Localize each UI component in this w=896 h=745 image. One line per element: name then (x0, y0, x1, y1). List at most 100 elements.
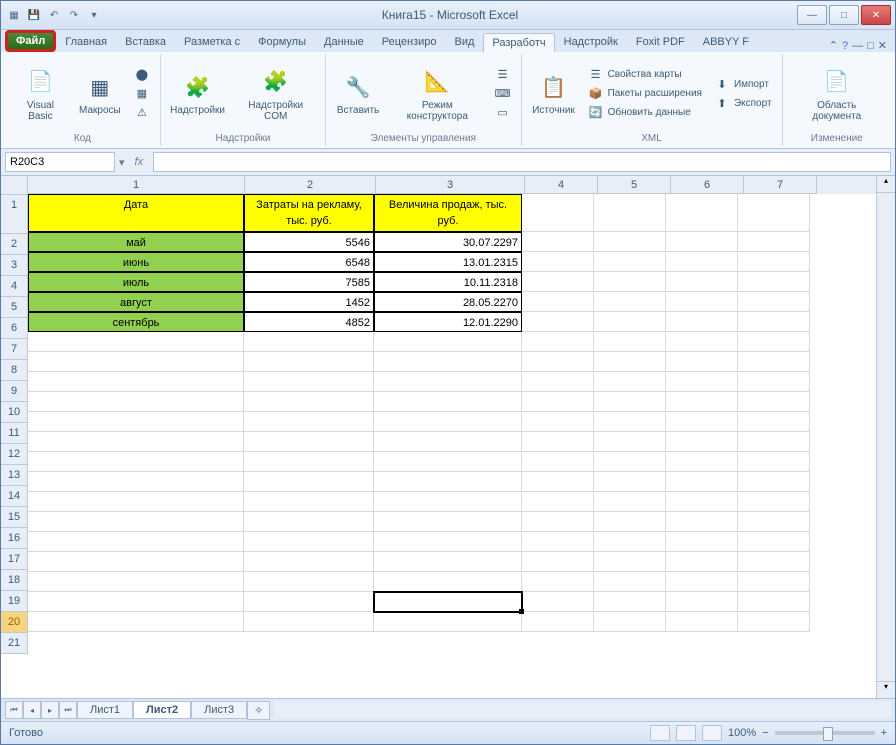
tab-layout[interactable]: Разметка с (175, 32, 249, 52)
sheet-tab-2[interactable]: Лист2 (133, 701, 191, 719)
com-addins-button[interactable]: 🧩Надстройки COM (232, 56, 319, 131)
cell[interactable] (28, 552, 244, 572)
cell[interactable] (666, 194, 738, 232)
cell[interactable] (28, 512, 244, 532)
cell[interactable] (594, 292, 666, 312)
cell[interactable]: 13.01.2315 (374, 252, 522, 272)
view-code-button[interactable]: ⌨ (491, 85, 515, 103)
cell[interactable] (28, 372, 244, 392)
map-props-button[interactable]: ☰Свойства карты (584, 66, 706, 84)
cell[interactable] (738, 512, 810, 532)
cell[interactable] (594, 472, 666, 492)
cell[interactable] (374, 512, 522, 532)
row-header[interactable]: 10 (1, 402, 27, 423)
cell[interactable] (374, 432, 522, 452)
cell[interactable] (28, 352, 244, 372)
sheet-tab-1[interactable]: Лист1 (77, 701, 133, 719)
cell[interactable] (522, 532, 594, 552)
maximize-workbook-icon[interactable]: □ (867, 40, 874, 52)
name-box-dropdown-icon[interactable]: ▾ (119, 156, 125, 169)
cell[interactable] (594, 252, 666, 272)
cell[interactable] (738, 452, 810, 472)
cell[interactable] (28, 392, 244, 412)
cell[interactable] (522, 194, 594, 232)
cell[interactable]: 12.01.2290 (374, 312, 522, 332)
cell[interactable] (666, 272, 738, 292)
row-header[interactable]: 4 (1, 276, 27, 297)
relative-refs-button[interactable]: ▦ (130, 85, 154, 103)
horizontal-scrollbar[interactable] (274, 701, 891, 719)
insert-control-button[interactable]: 🔧Вставить (332, 56, 384, 131)
cell[interactable] (244, 432, 374, 452)
col-header[interactable]: 5 (598, 176, 671, 194)
cell[interactable]: 10.11.2318 (374, 272, 522, 292)
cell[interactable] (738, 292, 810, 312)
excel-icon[interactable]: ▦ (5, 6, 23, 24)
cell[interactable]: май (28, 232, 244, 252)
expansion-packs-button[interactable]: 📦Пакеты расширения (584, 85, 706, 103)
prev-sheet-button[interactable]: ◂ (23, 701, 41, 719)
cell[interactable] (28, 432, 244, 452)
cell[interactable] (28, 412, 244, 432)
row-header[interactable]: 16 (1, 528, 27, 549)
cell[interactable]: июль (28, 272, 244, 292)
cell[interactable] (594, 352, 666, 372)
cell[interactable] (28, 332, 244, 352)
cell[interactable] (738, 412, 810, 432)
cell[interactable] (738, 552, 810, 572)
cell[interactable] (244, 412, 374, 432)
cell[interactable] (244, 532, 374, 552)
cell[interactable] (522, 412, 594, 432)
cell[interactable] (374, 412, 522, 432)
cell[interactable] (28, 592, 244, 612)
row-header[interactable]: 15 (1, 507, 27, 528)
cell[interactable] (374, 592, 522, 612)
col-header[interactable]: 3 (376, 176, 525, 194)
cell[interactable] (28, 452, 244, 472)
cell[interactable] (522, 612, 594, 632)
cell[interactable] (594, 312, 666, 332)
tab-developer[interactable]: Разработч (483, 33, 554, 52)
row-header[interactable]: 17 (1, 549, 27, 570)
cell[interactable] (244, 352, 374, 372)
cell[interactable] (666, 252, 738, 272)
cell[interactable] (594, 194, 666, 232)
cell[interactable]: Дата (28, 194, 244, 232)
properties-button[interactable]: ☰ (491, 66, 515, 84)
save-icon[interactable]: 💾 (25, 6, 43, 24)
undo-icon[interactable]: ↶ (45, 6, 63, 24)
row-header[interactable]: 18 (1, 570, 27, 591)
cell[interactable] (594, 332, 666, 352)
formula-input[interactable] (153, 152, 891, 172)
cell[interactable]: 1452 (244, 292, 374, 312)
import-button[interactable]: ⬇Импорт (710, 75, 776, 93)
row-header[interactable]: 9 (1, 381, 27, 402)
tab-data[interactable]: Данные (315, 32, 373, 52)
normal-view-button[interactable] (650, 725, 670, 741)
addins-button[interactable]: 🧩Надстройки (167, 56, 228, 131)
cell[interactable] (244, 472, 374, 492)
cell[interactable] (522, 392, 594, 412)
cell[interactable] (666, 392, 738, 412)
cell[interactable] (594, 532, 666, 552)
col-header[interactable]: 1 (28, 176, 245, 194)
run-dialog-button[interactable]: ▭ (491, 104, 515, 122)
cell[interactable]: июнь (28, 252, 244, 272)
cell[interactable] (738, 312, 810, 332)
scroll-down-icon[interactable]: ▾ (877, 681, 895, 698)
cell[interactable] (666, 592, 738, 612)
document-panel-button[interactable]: 📄Область документа (789, 56, 885, 131)
cell[interactable] (666, 292, 738, 312)
cell[interactable] (374, 352, 522, 372)
cell[interactable] (522, 252, 594, 272)
cell[interactable] (738, 272, 810, 292)
cell[interactable] (374, 572, 522, 592)
tab-review[interactable]: Рецензиро (373, 32, 446, 52)
cell[interactable] (374, 392, 522, 412)
cell[interactable]: Величина продаж, тыс. руб. (374, 194, 522, 232)
cell[interactable] (244, 392, 374, 412)
zoom-out-button[interactable]: − (762, 727, 768, 739)
cell[interactable] (666, 232, 738, 252)
restore-workbook-icon[interactable]: — (852, 40, 863, 52)
first-sheet-button[interactable]: ⏮ (5, 701, 23, 719)
